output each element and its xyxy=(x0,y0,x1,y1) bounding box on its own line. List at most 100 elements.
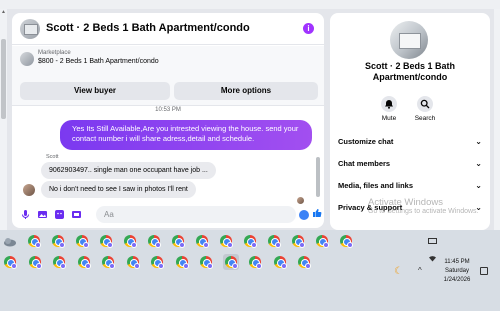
incoming-message[interactable]: 9062903497.. single man one occupant hav… xyxy=(41,162,216,179)
profile-badge-icon xyxy=(84,263,91,269)
chrome-window-icon[interactable] xyxy=(74,233,90,249)
profile-badge-icon xyxy=(203,242,209,248)
messenger-window: ▲ Scott · 2 Beds 1 Bath Apartment/condo … xyxy=(0,0,500,230)
profile-badge-icon xyxy=(83,242,89,248)
profile-badge-icon xyxy=(323,242,329,248)
thumbs-up-icon[interactable] xyxy=(312,208,322,221)
clock-date: 1/24/2026 xyxy=(443,277,471,283)
chrome-window-icon[interactable] xyxy=(122,233,138,249)
profile-badge-icon xyxy=(11,263,17,269)
chrome-window-icon[interactable] xyxy=(272,254,288,270)
chrome-window-icon[interactable] xyxy=(149,254,165,270)
notification-icon[interactable] xyxy=(480,267,488,275)
chat-header: Scott · 2 Beds 1 Bath Apartment/condo i xyxy=(12,13,324,45)
chrome-window-icon[interactable] xyxy=(338,233,354,249)
profile-badge-icon xyxy=(347,242,353,248)
taskbar-clock[interactable]: 11:45 PM Saturday 1/24/2026 xyxy=(440,258,474,285)
chat-scrollbar-thumb[interactable] xyxy=(316,157,320,197)
section-customize-chat[interactable]: Customize chat ⌄ xyxy=(338,134,484,150)
emoji-icon[interactable] xyxy=(299,210,309,220)
listing-thumbnail[interactable] xyxy=(20,52,34,66)
mute-button[interactable]: Mute xyxy=(369,96,409,122)
chevron-down-icon: ⌄ xyxy=(475,137,482,146)
clock-time: 11:45 PM xyxy=(444,259,470,265)
activate-windows-subtext: Go to Settings to activate Windows. xyxy=(368,208,479,215)
page-scrollbar[interactable]: ▲ xyxy=(0,9,7,230)
chrome-window-icon[interactable] xyxy=(51,254,67,270)
chrome-window-icon[interactable] xyxy=(50,233,66,249)
system-tray: ☾ ^ 11:45 PM Saturday 1/24/2026 xyxy=(394,230,500,311)
taskbar-row xyxy=(0,254,400,272)
section-chat-members[interactable]: Chat members ⌄ xyxy=(338,156,484,172)
chrome-window-icon[interactable] xyxy=(26,233,42,249)
windows-taskbar: ☾ ^ 11:45 PM Saturday 1/24/2026 xyxy=(0,230,500,311)
chrome-window-icon[interactable] xyxy=(198,254,214,270)
taskbar-row xyxy=(0,233,400,251)
right-edge-scrollbar[interactable] xyxy=(494,9,500,230)
section-media-files-links[interactable]: Media, files and links ⌄ xyxy=(338,178,484,194)
outgoing-message[interactable]: Yes Its Still Available,Are you intreste… xyxy=(60,120,312,150)
photo-icon[interactable] xyxy=(37,209,48,220)
battery-icon[interactable] xyxy=(428,238,437,244)
listing-price-title[interactable]: $800 - 2 Beds 1 Bath Apartment/condo xyxy=(38,58,159,65)
chrome-window-icon[interactable] xyxy=(174,254,190,270)
chrome-window-icon[interactable] xyxy=(266,233,282,249)
microphone-icon[interactable] xyxy=(20,209,31,220)
profile-badge-icon xyxy=(158,263,164,269)
chrome-window-icon[interactable] xyxy=(314,233,330,249)
profile-badge-icon xyxy=(107,242,113,248)
chrome-window-icon[interactable] xyxy=(98,233,114,249)
chat-title[interactable]: Scott · 2 Beds 1 Bath Apartment/condo xyxy=(46,22,250,34)
profile-badge-icon xyxy=(35,263,42,269)
chrome-window-icon[interactable] xyxy=(222,254,239,270)
profile-badge-icon xyxy=(280,263,287,269)
profile-badge-icon xyxy=(275,242,281,248)
chrome-window-icon[interactable] xyxy=(242,233,258,249)
chevron-up-icon[interactable]: ^ xyxy=(418,266,422,275)
message-timestamp: 10:53 PM xyxy=(155,107,181,113)
profile-badge-icon xyxy=(179,242,185,248)
chrome-window-icon[interactable] xyxy=(218,233,234,249)
chrome-window-icon[interactable] xyxy=(2,254,18,270)
profile-badge-icon xyxy=(251,242,257,248)
chrome-window-icon[interactable] xyxy=(290,233,306,249)
moon-icon[interactable]: ☾ xyxy=(394,266,403,277)
info-icon[interactable]: i xyxy=(303,23,314,34)
profile-badge-icon xyxy=(109,263,115,269)
profile-badge-icon xyxy=(131,242,137,248)
scrollbar-thumb[interactable] xyxy=(1,39,6,119)
chrome-window-icon[interactable] xyxy=(76,254,92,270)
chrome-window-icon[interactable] xyxy=(125,254,141,270)
search-button[interactable]: Search xyxy=(405,96,445,122)
message-input[interactable] xyxy=(96,206,296,223)
top-strip xyxy=(0,0,500,9)
chrome-window-icon[interactable] xyxy=(194,233,210,249)
chrome-window-icon[interactable] xyxy=(100,254,116,270)
sticker-icon[interactable] xyxy=(54,209,65,220)
activate-windows-watermark: Activate Windows xyxy=(368,197,443,208)
message-composer xyxy=(12,204,324,226)
scroll-up-icon[interactable]: ▲ xyxy=(1,10,6,15)
profile-badge-icon xyxy=(305,263,311,269)
chrome-window-icon[interactable] xyxy=(247,254,263,270)
chat-panel: Scott · 2 Beds 1 Bath Apartment/condo i … xyxy=(12,13,324,228)
section-label: Customize chat xyxy=(338,137,394,146)
more-options-button[interactable]: More options xyxy=(174,82,318,100)
chrome-window-icon[interactable] xyxy=(296,254,312,270)
chrome-window-icon[interactable] xyxy=(146,233,162,249)
cloud-app-icon[interactable] xyxy=(2,233,18,249)
chrome-window-icon[interactable] xyxy=(27,254,43,270)
incoming-message[interactable]: No i don't need to see I saw in photos I… xyxy=(41,181,196,198)
profile-badge-icon xyxy=(182,263,189,269)
view-buyer-button[interactable]: View buyer xyxy=(20,82,170,100)
chevron-down-icon: ⌄ xyxy=(475,159,482,168)
chrome-window-icon[interactable] xyxy=(170,233,186,249)
sender-avatar[interactable] xyxy=(23,184,35,196)
profile-badge-icon xyxy=(35,242,41,248)
wifi-icon[interactable] xyxy=(428,254,437,264)
gif-icon[interactable] xyxy=(71,209,82,220)
listing-avatar[interactable] xyxy=(20,19,40,39)
conversation-avatar[interactable] xyxy=(390,21,428,59)
profile-badge-icon xyxy=(227,242,233,248)
profile-badge-icon xyxy=(207,263,213,269)
